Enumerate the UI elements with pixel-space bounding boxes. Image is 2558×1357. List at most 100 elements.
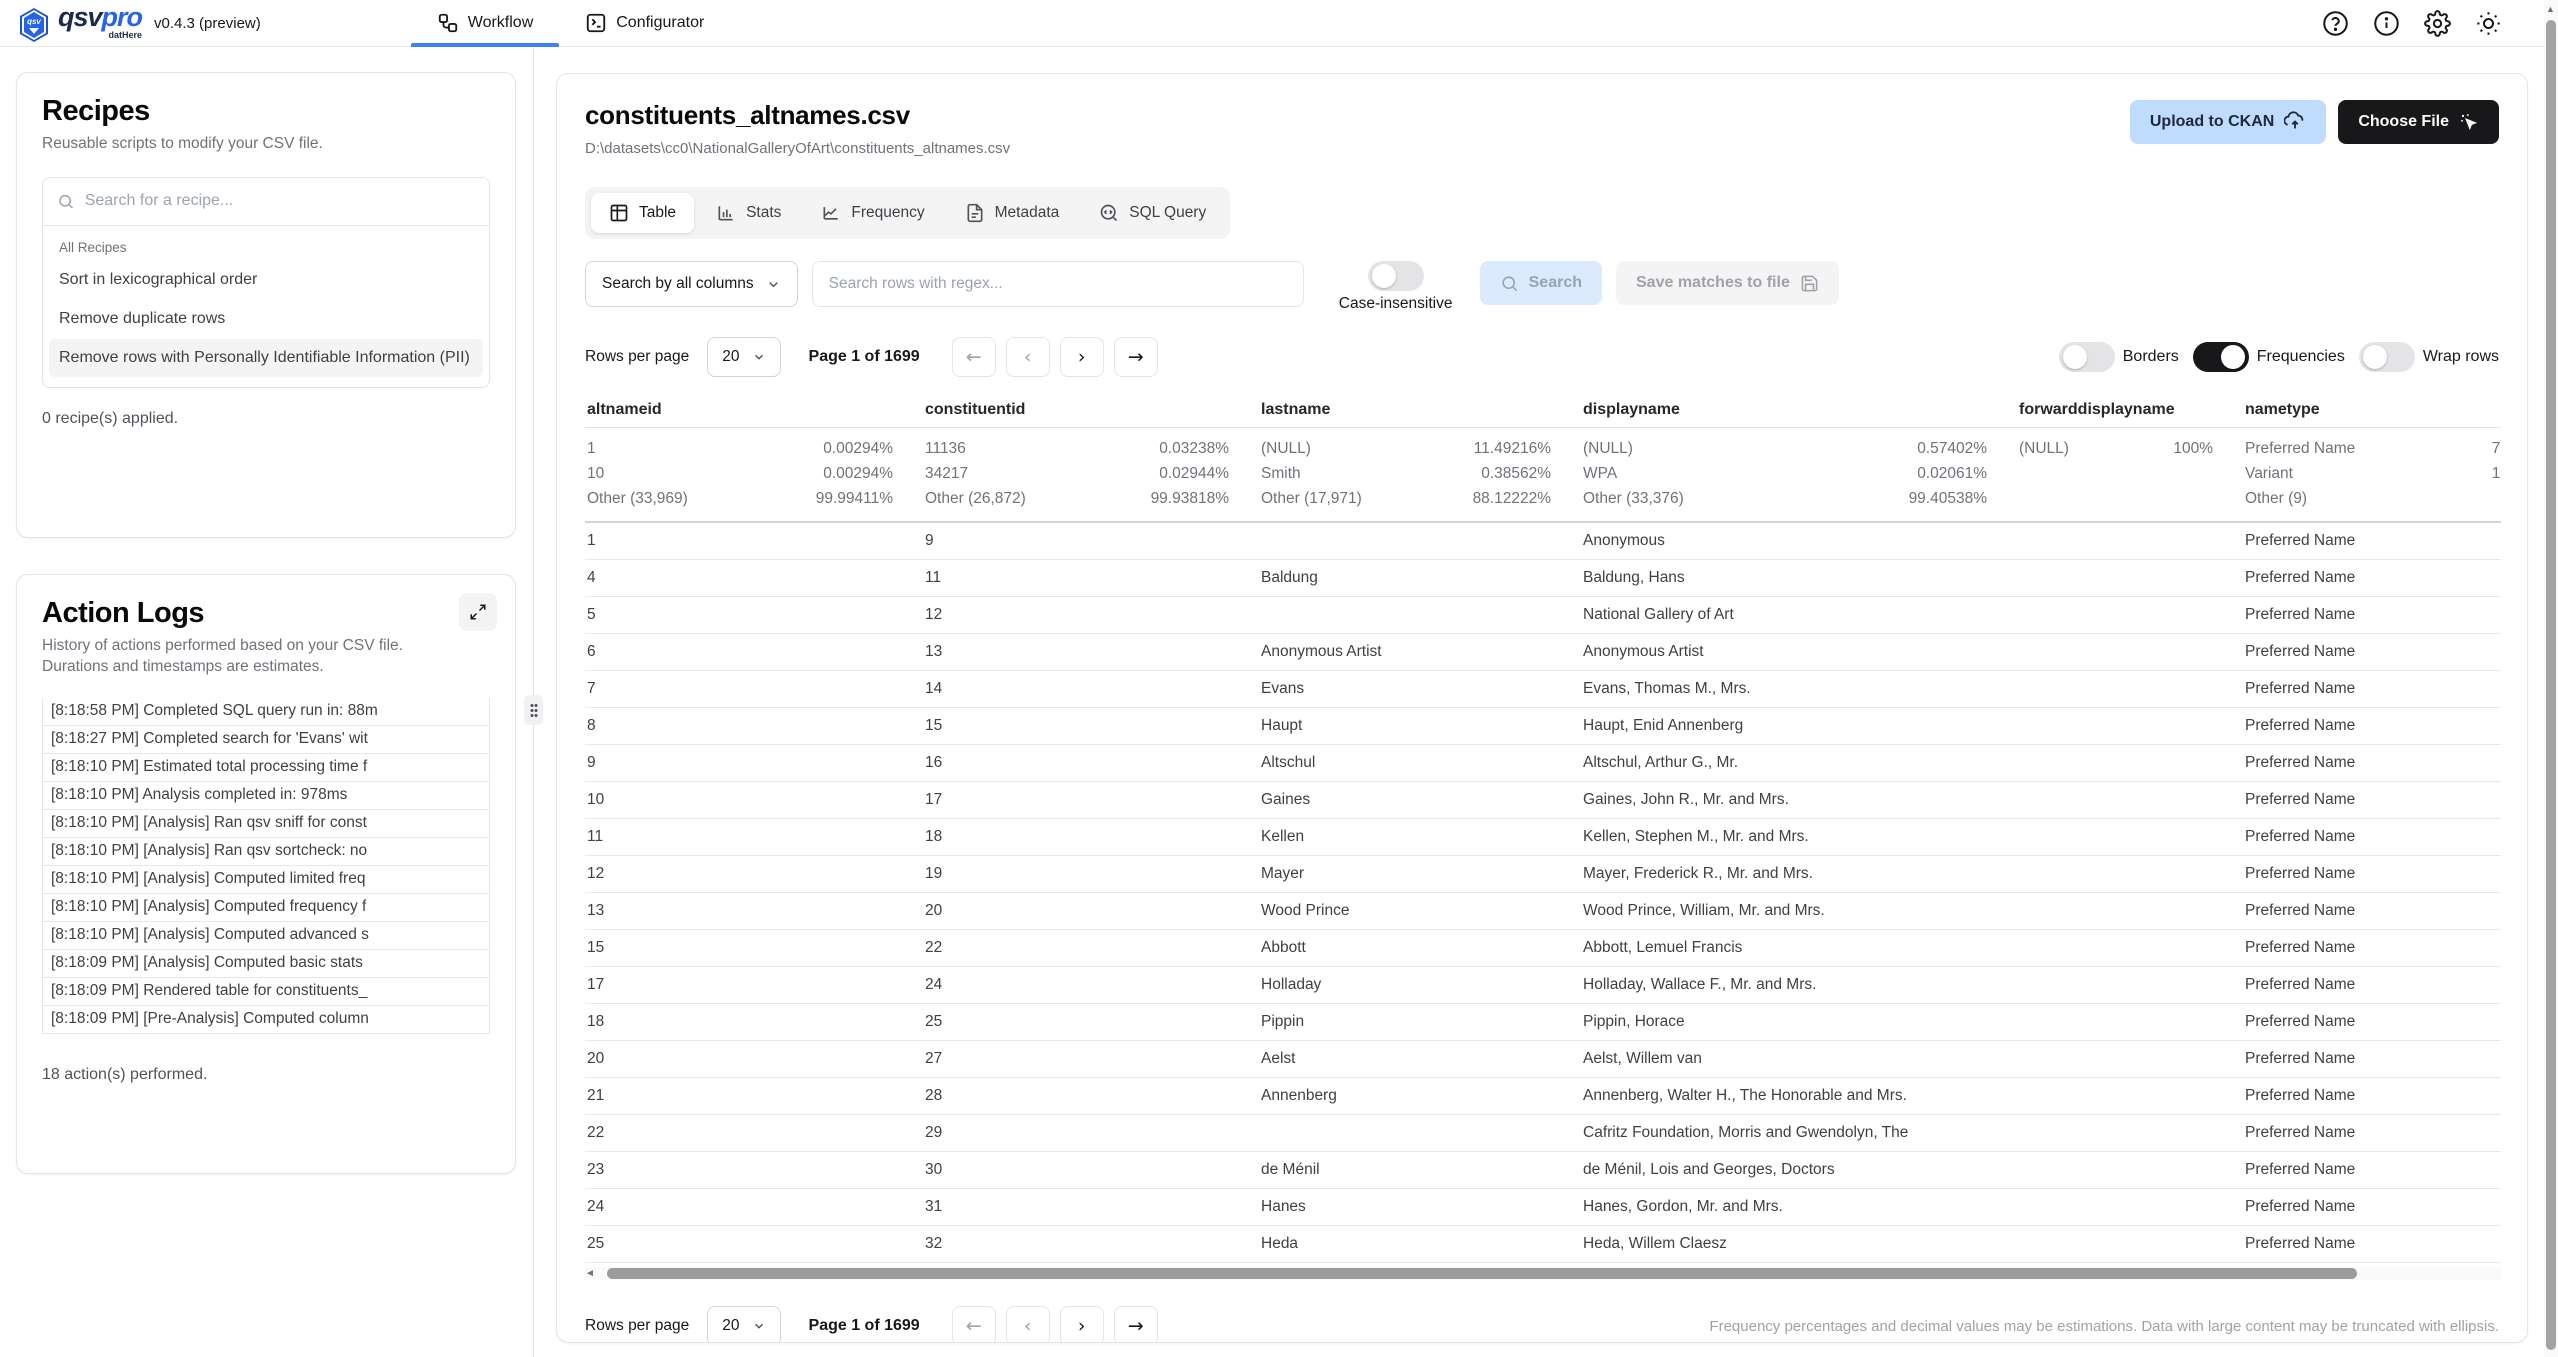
vertical-scrollbar-thumb[interactable] xyxy=(2546,20,2556,1350)
recipe-item[interactable]: Remove rows with Personally Identifiable… xyxy=(49,339,483,378)
scroll-left-arrow-icon[interactable]: ◄ xyxy=(585,1268,595,1279)
choose-file-button[interactable]: Choose File xyxy=(2338,100,2499,144)
recipe-item[interactable]: Remove duplicate rows xyxy=(49,300,483,339)
page-nav: ← ‹ › → xyxy=(952,1306,1158,1343)
next-page-button[interactable]: › xyxy=(1060,1306,1104,1343)
help-icon[interactable] xyxy=(2322,10,2349,37)
table-row[interactable]: 19AnonymousPreferred Name xyxy=(585,523,2501,560)
pagination-top: Rows per page 20 Page 1 of 1699 ← ‹ › → xyxy=(585,337,1158,377)
table-row[interactable]: 1724HolladayHolladay, Wallace F., Mr. an… xyxy=(585,967,2501,1004)
log-entry: [8:18:10 PM] [Analysis] Computed frequen… xyxy=(42,893,490,922)
column-header-lastname: lastname xyxy=(1259,395,1581,427)
table-row[interactable]: 1522AbbottAbbott, Lemuel FrancisPreferre… xyxy=(585,930,2501,967)
theme-sun-icon[interactable] xyxy=(2475,10,2502,37)
recipe-search[interactable] xyxy=(43,178,489,226)
table-cell: Preferred Name xyxy=(2243,560,2501,596)
table-cell xyxy=(2017,634,2243,670)
table-row[interactable]: 512National Gallery of ArtPreferred Name xyxy=(585,597,2501,634)
log-entry: [8:18:10 PM] [Analysis] Computed limited… xyxy=(42,865,490,894)
vertical-scrollbar[interactable]: ▲ xyxy=(2544,0,2558,1357)
view-tab-stats[interactable]: Stats xyxy=(698,193,799,233)
first-page-button[interactable]: ← xyxy=(952,337,996,377)
expand-logs-button[interactable] xyxy=(459,593,497,631)
table-row[interactable]: 1825PippinPippin, HoracePreferred Name xyxy=(585,1004,2501,1041)
toggle-switch[interactable] xyxy=(2059,342,2115,372)
next-page-button[interactable]: › xyxy=(1060,337,1104,377)
frequency-line: (NULL)0.57402% xyxy=(1581,436,1987,461)
panel-resize-handle[interactable] xyxy=(524,695,543,725)
cloud-upload-icon xyxy=(2284,111,2306,133)
recipe-item[interactable]: Sort in lexicographical order xyxy=(49,261,483,300)
table-row[interactable]: 2128AnnenbergAnnenberg, Walter H., The H… xyxy=(585,1078,2501,1115)
table-cell: 6 xyxy=(585,634,923,670)
table-cell: 24 xyxy=(585,1189,923,1225)
frequency-icon xyxy=(821,203,841,223)
table-row[interactable]: 2431HanesHanes, Gordon, Mr. and Mrs.Pref… xyxy=(585,1189,2501,1226)
search-controls: Search by all columns Case-insensitive S… xyxy=(585,261,2499,313)
regex-search-input[interactable] xyxy=(812,261,1304,307)
search-button[interactable]: Search xyxy=(1480,261,1602,305)
scroll-up-arrow-icon[interactable]: ▲ xyxy=(2546,4,2555,14)
rows-per-page-select[interactable]: 20 xyxy=(707,1306,780,1343)
log-entry: [8:18:10 PM] [Analysis] Ran qsv sortchec… xyxy=(42,837,490,866)
prev-page-button[interactable]: ‹ xyxy=(1006,337,1050,377)
view-tab-metadata[interactable]: Metadata xyxy=(947,193,1078,233)
dathere-label: datHere xyxy=(109,31,143,40)
table-header-row: altnameidconstituentidlastnamedisplaynam… xyxy=(585,395,2501,428)
log-entry: [8:18:58 PM] Completed SQL query run in:… xyxy=(42,698,490,726)
table-cell: de Ménil, Lois and Georges, Doctors xyxy=(1581,1152,2017,1188)
table-row[interactable]: 411BaldungBaldung, HansPreferred Name xyxy=(585,560,2501,597)
view-tab-sql-query[interactable]: SQL Query xyxy=(1081,193,1224,233)
pagination-bottom: Rows per page 20 Page 1 of 1699 ← ‹ › → xyxy=(585,1306,1158,1343)
table-row[interactable]: 916AltschulAltschul, Arthur G., Mr.Prefe… xyxy=(585,745,2501,782)
toggle-switch[interactable] xyxy=(2359,342,2415,372)
expand-icon xyxy=(469,603,487,621)
table-cell xyxy=(1259,1115,1581,1151)
case-insensitive-label: Case-insensitive xyxy=(1339,295,1453,313)
prev-page-button[interactable]: ‹ xyxy=(1006,1306,1050,1343)
tab-workflow[interactable]: Workflow xyxy=(411,0,560,47)
horizontal-scrollbar-thumb[interactable] xyxy=(607,1268,2357,1279)
stats-icon xyxy=(716,203,736,223)
table-cell: Aelst, Willem van xyxy=(1581,1041,2017,1077)
table-cell xyxy=(2017,782,2243,818)
column-header-altnameid: altnameid xyxy=(585,395,923,427)
table-body: 19AnonymousPreferred Name411BaldungBaldu… xyxy=(585,523,2501,1263)
table-row[interactable]: 714EvansEvans, Thomas M., Mrs.Preferred … xyxy=(585,671,2501,708)
tab-configurator[interactable]: Configurator xyxy=(559,0,730,47)
table-row[interactable]: 2027AelstAelst, Willem vanPreferred Name xyxy=(585,1041,2501,1078)
save-matches-button[interactable]: Save matches to file xyxy=(1616,261,1839,305)
table-cell: 18 xyxy=(923,819,1259,855)
last-page-button[interactable]: → xyxy=(1114,337,1158,377)
table-row[interactable]: 2532HedaHeda, Willem ClaeszPreferred Nam… xyxy=(585,1226,2501,1263)
upload-to-ckan-button[interactable]: Upload to CKAN xyxy=(2130,100,2326,144)
last-page-button[interactable]: → xyxy=(1114,1306,1158,1343)
info-icon[interactable] xyxy=(2373,10,2400,37)
table-row[interactable]: 1118KellenKellen, Stephen M., Mr. and Mr… xyxy=(585,819,2501,856)
view-tab-frequency[interactable]: Frequency xyxy=(803,193,942,233)
table-row[interactable]: 2330de Ménilde Ménil, Lois and Georges, … xyxy=(585,1152,2501,1189)
case-insensitive-toggle[interactable] xyxy=(1368,261,1424,291)
table-row[interactable]: 613Anonymous ArtistAnonymous ArtistPrefe… xyxy=(585,634,2501,671)
view-tab-table[interactable]: Table xyxy=(591,193,694,233)
toggle-label: Frequencies xyxy=(2257,348,2345,366)
search-column-select[interactable]: Search by all columns xyxy=(585,261,798,307)
left-sidebar: Recipes Reusable scripts to modify your … xyxy=(16,72,516,1174)
frequency-line: Other (33,969)99.99411% xyxy=(585,486,893,511)
log-entry: [8:18:10 PM] [Analysis] Computed advance… xyxy=(42,921,490,950)
first-page-button[interactable]: ← xyxy=(952,1306,996,1343)
table-row[interactable]: 1017GainesGaines, John R., Mr. and Mrs.P… xyxy=(585,782,2501,819)
table-cell: 15 xyxy=(923,708,1259,744)
table-row[interactable]: 2229Cafritz Foundation, Morris and Gwend… xyxy=(585,1115,2501,1152)
horizontal-scrollbar[interactable]: ◄ xyxy=(585,1267,2501,1280)
workflow-icon xyxy=(437,12,459,34)
rows-per-page-select[interactable]: 20 xyxy=(707,337,780,377)
log-list[interactable]: [8:18:58 PM] Completed SQL query run in:… xyxy=(42,698,490,1040)
recipe-search-input[interactable] xyxy=(85,192,475,210)
table-row[interactable]: 1219MayerMayer, Frederick R., Mr. and Mr… xyxy=(585,856,2501,893)
page-nav: ← ‹ › → xyxy=(952,337,1158,377)
table-row[interactable]: 1320Wood PrinceWood Prince, William, Mr.… xyxy=(585,893,2501,930)
settings-gear-icon[interactable] xyxy=(2424,10,2451,37)
toggle-switch[interactable] xyxy=(2193,342,2249,372)
table-row[interactable]: 815HauptHaupt, Enid AnnenbergPreferred N… xyxy=(585,708,2501,745)
